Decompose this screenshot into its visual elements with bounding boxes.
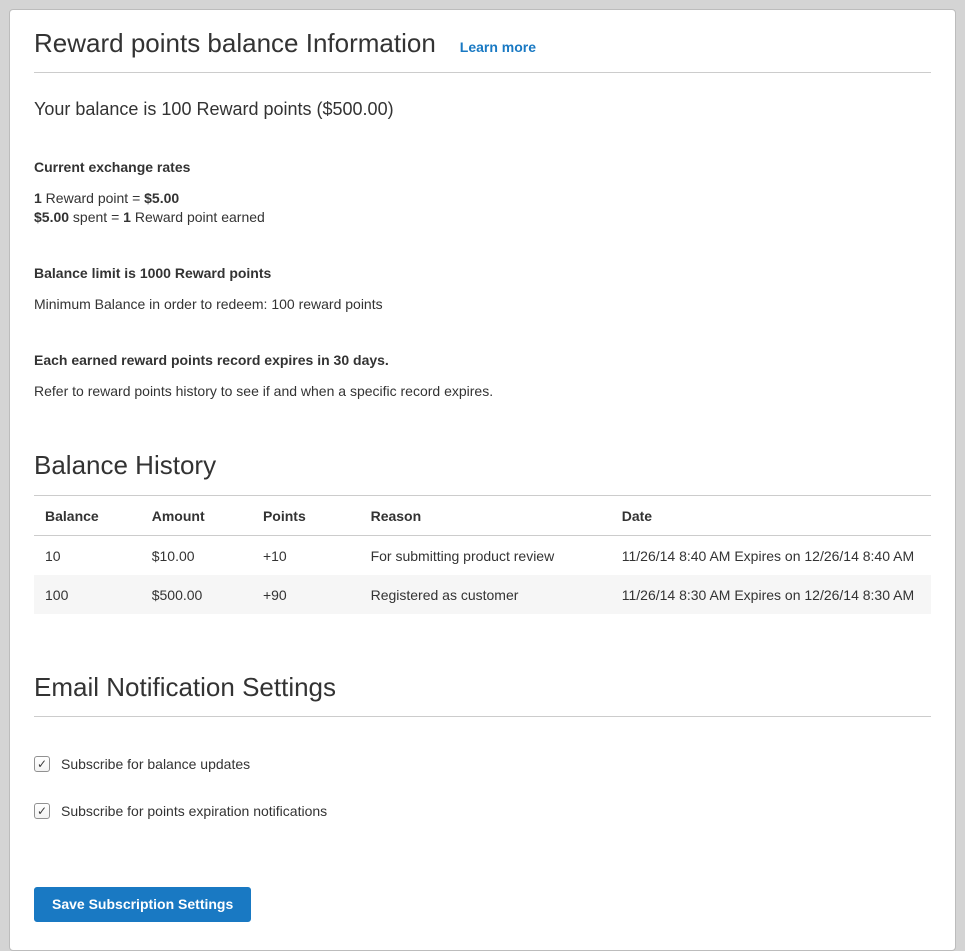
table-header: Balance Amount Points Reason Date (34, 495, 931, 535)
reward-points-panel: Reward points balance Information Learn … (9, 9, 956, 951)
exchange-rates: 1 Reward point = $5.00 $5.00 spent = 1 R… (34, 189, 931, 229)
column-header-reason: Reason (360, 495, 611, 535)
expiration-notifications-option[interactable]: ✓ Subscribe for points expiration notifi… (34, 803, 327, 819)
table-row: 10 $10.00 +10 For submitting product rev… (34, 535, 931, 575)
minimum-balance-text: Minimum Balance in order to redeem: 100 … (34, 295, 931, 315)
column-header-amount: Amount (141, 495, 252, 535)
column-header-points: Points (252, 495, 360, 535)
rate-spending-line: $5.00 spent = 1 Reward point earned (34, 209, 265, 225)
balance-updates-label[interactable]: Subscribe for balance updates (61, 756, 250, 772)
cell-reason: For submitting product review (360, 535, 611, 575)
cell-date: 11/26/14 8:30 AM Expires on 12/26/14 8:3… (611, 575, 931, 614)
balance-updates-option[interactable]: ✓ Subscribe for balance updates (34, 756, 250, 772)
checkmark-icon: ✓ (37, 805, 47, 817)
cell-points: +90 (252, 575, 360, 614)
table-row: 100 $500.00 +90 Registered as customer 1… (34, 575, 931, 614)
column-header-balance: Balance (34, 495, 141, 535)
cell-balance: 100 (34, 575, 141, 614)
exchange-rates-heading: Current exchange rates (34, 159, 931, 175)
cell-amount: $500.00 (141, 575, 252, 614)
learn-more-link[interactable]: Learn more (460, 39, 536, 55)
expiration-text: Each earned reward points record expires… (34, 352, 931, 368)
balance-history-heading: Balance History (34, 450, 931, 481)
cell-reason: Registered as customer (360, 575, 611, 614)
page-title: Reward points balance Information (34, 28, 436, 59)
email-settings-heading: Email Notification Settings (34, 672, 931, 703)
checkmark-icon: ✓ (37, 758, 47, 770)
column-header-date: Date (611, 495, 931, 535)
balance-history-table: Balance Amount Points Reason Date 10 $10… (34, 495, 931, 614)
cell-points: +10 (252, 535, 360, 575)
save-subscription-settings-button[interactable]: Save Subscription Settings (34, 887, 251, 922)
cell-date: 11/26/14 8:40 AM Expires on 12/26/14 8:4… (611, 535, 931, 575)
header-divider (34, 72, 931, 73)
expiration-notifications-checkbox[interactable]: ✓ (34, 803, 50, 819)
page-header: Reward points balance Information Learn … (34, 28, 931, 59)
cell-amount: $10.00 (141, 535, 252, 575)
balance-summary: Your balance is 100 Reward points ($500.… (34, 98, 931, 121)
email-settings-divider (34, 716, 931, 717)
rate-earning-line: 1 Reward point = $5.00 (34, 190, 179, 206)
balance-updates-checkbox[interactable]: ✓ (34, 756, 50, 772)
balance-limit-text: Balance limit is 1000 Reward points (34, 265, 931, 281)
expiration-note: Refer to reward points history to see if… (34, 382, 931, 402)
expiration-notifications-label[interactable]: Subscribe for points expiration notifica… (61, 803, 327, 819)
cell-balance: 10 (34, 535, 141, 575)
